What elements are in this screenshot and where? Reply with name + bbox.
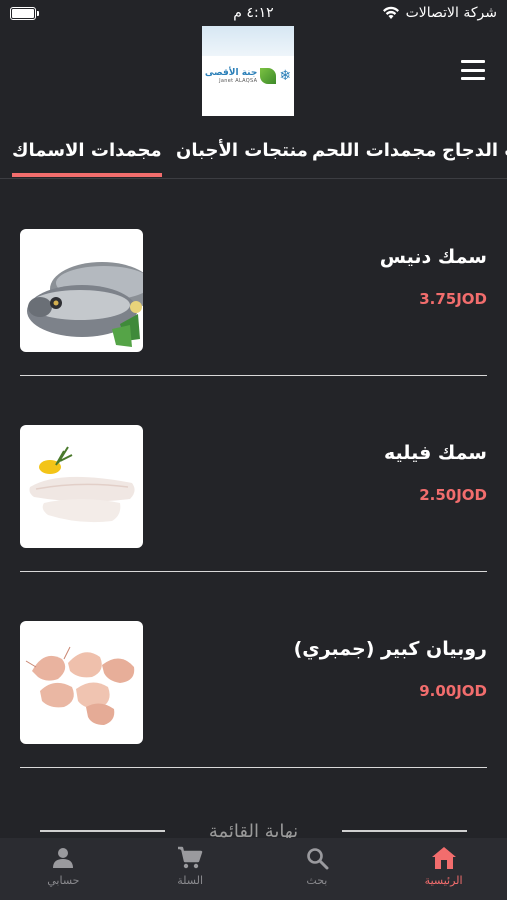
nav-search-label: بحث xyxy=(306,874,328,887)
carrier-name: شركة الاتصالات xyxy=(405,5,497,21)
nav-account[interactable]: حسابي xyxy=(0,838,127,900)
tab-frozen-chicken[interactable]: مجمدات الدجاج xyxy=(442,140,507,161)
search-icon xyxy=(307,848,329,870)
nav-home[interactable]: الرئيسية xyxy=(380,838,507,900)
nav-home-label: الرئيسية xyxy=(424,874,463,887)
fish-fillet-image xyxy=(20,425,143,548)
home-icon xyxy=(431,847,456,869)
battery-icon xyxy=(10,6,39,20)
status-bar: ٤:١٢ م شركة الاتصالات xyxy=(0,0,507,26)
store-logo[interactable]: جنة الأقصى Janet ALAQSA ❄ xyxy=(202,26,294,116)
divider-line xyxy=(40,830,165,832)
logo-text-english: Janet ALAQSA xyxy=(219,78,258,84)
logo-cloud-background xyxy=(202,26,294,56)
product-price: 9.00JOD xyxy=(419,682,487,700)
nav-search[interactable]: بحث xyxy=(254,838,381,900)
logo-text-arabic: جنة الأقصى xyxy=(204,68,258,78)
tab-frozen-fish[interactable]: مجمدات الاسماك xyxy=(12,140,162,177)
carrier-group: شركة الاتصالات xyxy=(382,5,497,21)
person-icon xyxy=(53,848,74,868)
hamburger-menu-icon[interactable] xyxy=(461,60,485,80)
product-name: روبيان كبير (جمبري) xyxy=(293,638,487,660)
tab-frozen-meat[interactable]: مجمدات اللحم xyxy=(312,140,436,161)
nav-account-label: حسابي xyxy=(47,874,80,887)
product-name: سمك فيليه xyxy=(384,442,487,464)
product-item[interactable]: روبيان كبير (جمبري) 9.00JOD xyxy=(20,572,487,768)
status-time: ٤:١٢ م xyxy=(233,5,274,21)
nav-cart[interactable]: السلة xyxy=(127,838,254,900)
product-name: سمك دنيس xyxy=(379,246,487,268)
product-item[interactable]: سمك فيليه 2.50JOD xyxy=(20,376,487,572)
nav-cart-label: السلة xyxy=(177,874,203,887)
divider-line xyxy=(341,830,467,832)
app-header: جنة الأقصى Janet ALAQSA ❄ xyxy=(0,26,507,118)
leaf-icon xyxy=(260,68,277,84)
snowflake-icon: ❄ xyxy=(279,68,292,84)
cart-icon xyxy=(178,846,203,869)
logo-mark: جنة الأقصى Janet ALAQSA ❄ xyxy=(205,68,291,84)
bottom-navigation: حسابي السلة بحث الرئيسية xyxy=(0,838,507,900)
sea-bream-fish-image xyxy=(20,229,143,352)
product-item[interactable]: سمك دنيس 3.75JOD xyxy=(20,180,487,376)
product-price: 2.50JOD xyxy=(419,486,487,504)
tab-cheese-products[interactable]: منتجات الأجبان xyxy=(176,140,308,161)
battery-group xyxy=(10,6,39,20)
category-tabs: مجمدات الاسماك منتجات الأجبان مجمدات الل… xyxy=(0,135,507,179)
shrimp-image xyxy=(20,621,143,744)
product-price: 3.75JOD xyxy=(419,290,487,308)
wifi-icon xyxy=(382,6,399,19)
